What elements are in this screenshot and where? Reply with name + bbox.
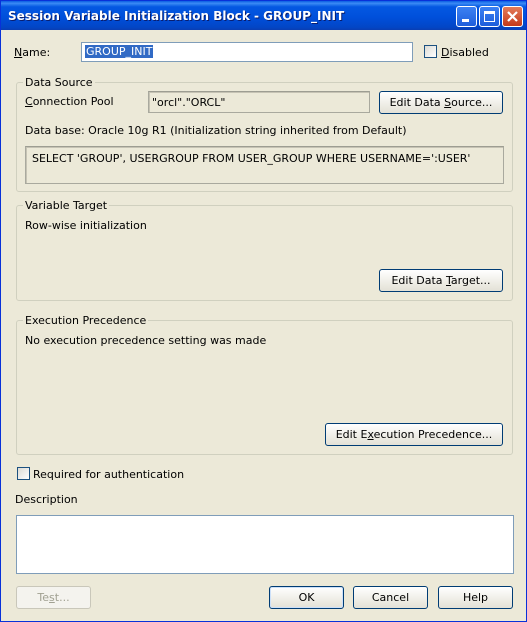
execution-precedence-group: Execution Precedence No execution preced… [16,314,513,455]
database-info: Data base: Oracle 10g R1 (Initialization… [25,124,407,137]
sql-text: SELECT 'GROUP', USERGROUP FROM USER_GROU… [32,152,471,165]
connection-pool-label: Connection Pool [25,95,114,108]
name-label: Name: [14,46,51,59]
disabled-label: Disabled [441,46,489,59]
name-input[interactable]: GROUP_INIT [81,42,413,62]
variable-target-group: Variable Target Row-wise initialization … [16,199,513,301]
close-button[interactable] [502,6,523,27]
data-source-title: Data Source [23,76,95,89]
title-bar[interactable]: Session Variable Initialization Block - … [1,1,526,30]
sql-field: SELECT 'GROUP', USERGROUP FROM USER_GROU… [25,146,504,184]
variable-target-info: Row-wise initialization [25,219,147,232]
required-auth-label: Required for authentication [33,468,185,481]
execution-precedence-info: No execution precedence setting was made [25,334,267,347]
dialog-window: Session Variable Initialization Block - … [0,0,527,622]
minimize-icon [462,19,469,22]
data-source-group: Data Source Connection Pool "orcl"."ORCL… [16,76,513,192]
name-value: GROUP_INIT [85,45,154,58]
description-label: Description [15,493,78,506]
window-title: Session Variable Initialization Block - … [8,9,345,23]
required-auth-checkbox[interactable] [17,467,30,480]
minimize-button[interactable] [456,6,477,27]
edit-execution-precedence-button[interactable]: Edit Execution Precedence... [325,423,503,446]
test-button[interactable]: Test... [16,586,91,609]
edit-data-source-button[interactable]: Edit Data Source... [379,91,503,114]
cancel-button[interactable]: Cancel [353,586,428,609]
connection-pool-value: "orcl"."ORCL" [152,96,226,109]
execution-precedence-title: Execution Precedence [23,314,149,327]
maximize-icon [484,11,495,22]
ok-button[interactable]: OK [269,586,344,609]
edit-data-target-button[interactable]: Edit Data Target... [379,269,503,292]
connection-pool-field: "orcl"."ORCL" [148,91,370,113]
description-textarea[interactable] [16,515,514,574]
maximize-button[interactable] [479,6,500,27]
close-icon [507,11,518,22]
disabled-checkbox[interactable] [424,45,437,58]
help-button[interactable]: Help [438,586,513,609]
variable-target-title: Variable Target [23,199,110,212]
